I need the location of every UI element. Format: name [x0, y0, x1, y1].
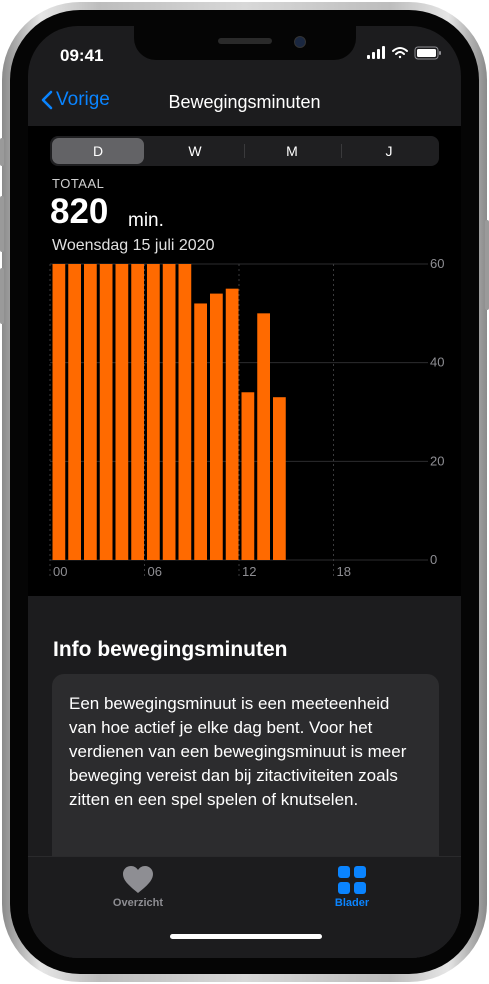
y-tick-label: 0 — [430, 552, 437, 567]
status-time: 09:41 — [60, 46, 104, 65]
chart-bar — [52, 264, 66, 560]
chart-bar — [68, 264, 81, 560]
side-button — [485, 220, 489, 310]
mute-switch — [0, 138, 4, 166]
grid-icon — [338, 866, 366, 894]
page-title: Bewegingsminuten — [168, 92, 321, 112]
chart-bar — [178, 264, 192, 560]
chart-bar — [257, 313, 270, 560]
speaker — [218, 38, 272, 44]
detail-content: D W M J TOTAAL 820 min. Woensdag 15 juli… — [28, 126, 461, 596]
segment-year[interactable]: J — [343, 138, 435, 164]
period-segmented-control: D W M J — [50, 136, 439, 166]
x-tick-label: 00 — [53, 564, 67, 579]
info-title: Info bewegingsminuten — [53, 638, 288, 661]
x-tick-label: 06 — [148, 564, 162, 579]
total-value: 820 — [50, 192, 109, 231]
y-tick-label: 40 — [430, 355, 444, 370]
volume-down-button — [0, 268, 4, 324]
heart-icon — [123, 866, 153, 893]
info-text: Een bewegingsminuut is een meeteenheid v… — [69, 694, 407, 809]
exercise-minutes-chart[interactable]: 0 20 40 60 00 06 12 18 — [28, 256, 461, 596]
x-tick-label: 18 — [337, 564, 351, 579]
chart-bar — [194, 303, 207, 560]
segment-month[interactable]: M — [246, 138, 338, 164]
chart-bar — [115, 264, 129, 560]
wifi-icon — [392, 47, 408, 59]
segment-week[interactable]: W — [149, 138, 241, 164]
chart-bar — [225, 288, 239, 560]
y-tick-label: 20 — [430, 453, 444, 468]
chart-bar — [147, 264, 160, 560]
chart-bar — [210, 293, 223, 560]
chart-bar — [84, 264, 97, 560]
x-tick-label: 12 — [242, 564, 256, 579]
total-unit: min. — [128, 210, 164, 231]
chart-bar — [99, 264, 113, 560]
notch — [134, 26, 356, 60]
chart-bar — [131, 264, 144, 560]
segment-divider — [341, 144, 342, 158]
tab-overzicht-label: Overzicht — [112, 897, 164, 909]
y-tick-label: 60 — [430, 256, 444, 271]
status-icons — [367, 46, 443, 65]
tab-blader-label: Blader — [334, 897, 370, 909]
battery-icon — [414, 46, 441, 60]
signal-icon — [367, 46, 385, 59]
chart-bar — [162, 264, 176, 560]
tab-overzicht[interactable]: Overzicht — [88, 865, 188, 909]
total-label: TOTAAL — [52, 176, 105, 191]
segment-divider — [244, 144, 245, 158]
date-label: Woensdag 15 juli 2020 — [52, 237, 215, 254]
tab-bar: Overzicht Blader — [28, 856, 461, 958]
segment-day[interactable]: D — [52, 138, 144, 164]
tab-blader[interactable]: Blader — [302, 865, 402, 909]
chart-bar — [241, 392, 255, 560]
chart-bar — [273, 397, 286, 560]
screen: 09:41 Vorige Bewegingsminuten D W M J TO… — [28, 26, 461, 958]
volume-up-button — [0, 196, 4, 252]
front-camera — [294, 36, 306, 48]
home-indicator — [170, 934, 322, 939]
